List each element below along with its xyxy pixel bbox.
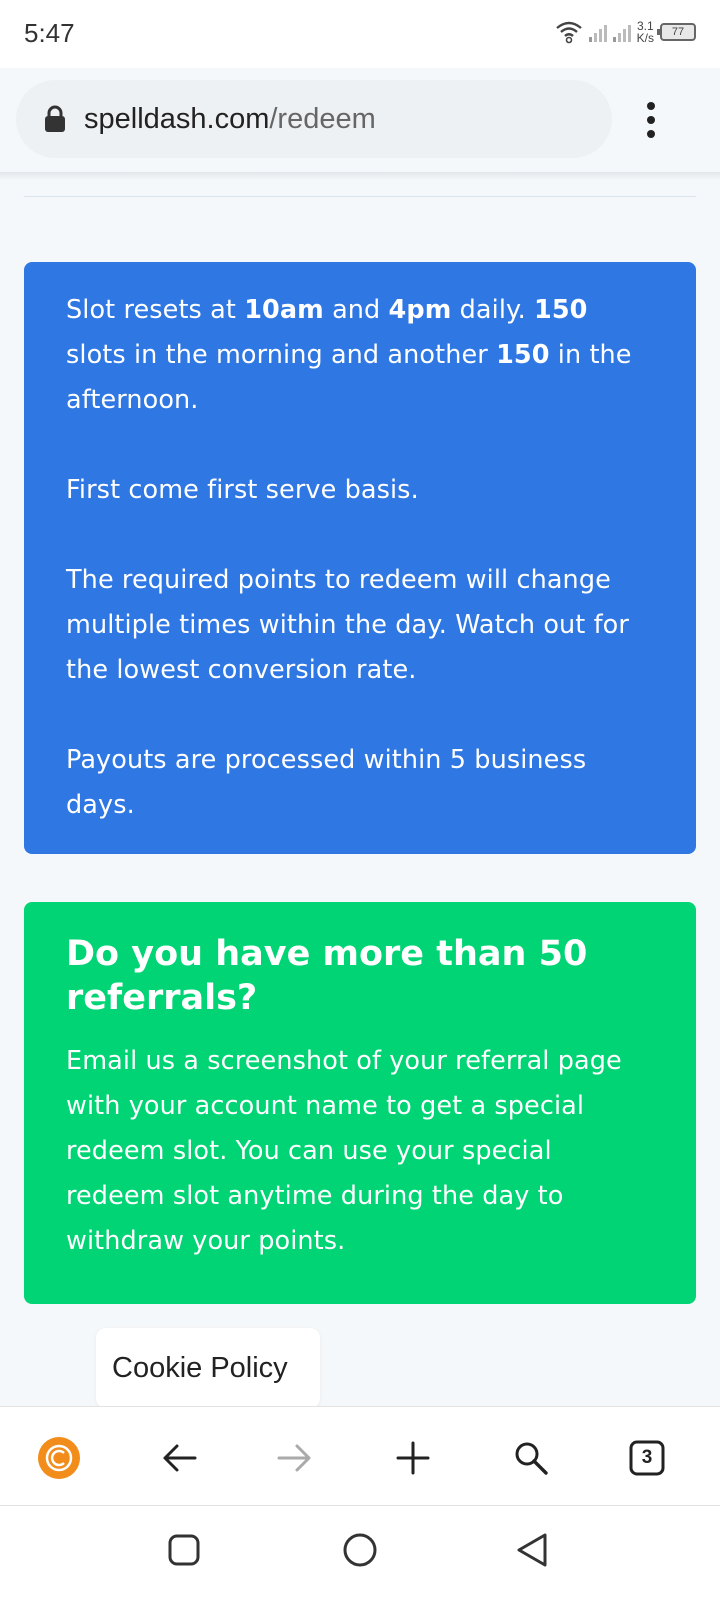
browser-logo-icon[interactable] [36, 1435, 82, 1481]
referral-body: Email us a screenshot of your referral p… [66, 1046, 622, 1256]
wifi-icon [555, 21, 582, 44]
back-arrow-icon[interactable] [156, 1435, 202, 1481]
network-speed-unit: K/s [636, 31, 654, 45]
status-icons: 3.1 K/s 77 [555, 16, 696, 48]
status-bar: 5:47 3.1 K/s 77 [0, 0, 720, 68]
cookie-policy-button[interactable]: Cookie Policy [96, 1328, 320, 1408]
points-change-text: The required points to redeem will chang… [66, 565, 629, 685]
url-host: spelldash.com [84, 102, 270, 135]
url-path: /redeem [269, 102, 376, 135]
system-nav-bar [0, 1506, 720, 1600]
lock-icon [45, 105, 65, 132]
back-icon[interactable] [510, 1528, 554, 1572]
redeem-info-card: Slot resets at 10am and 4pm daily. 150 s… [24, 262, 696, 854]
new-tab-icon[interactable] [390, 1435, 436, 1481]
signal-icon [612, 22, 631, 42]
address-bar[interactable]: spelldash.com/redeem [16, 80, 612, 158]
tabs-icon[interactable]: 3 [624, 1435, 670, 1481]
forward-arrow-icon[interactable] [272, 1435, 318, 1481]
referral-card: Do you have more than 50 referrals? Emai… [24, 902, 696, 1304]
divider [24, 196, 696, 197]
more-vert-icon[interactable] [636, 96, 666, 144]
first-come-text: First come first serve basis. [66, 475, 419, 505]
network-speed: 3.1 K/s [637, 20, 654, 44]
recents-icon[interactable] [162, 1528, 206, 1572]
referral-title: Do you have more than 50 referrals? [66, 934, 588, 1018]
home-icon[interactable] [338, 1528, 382, 1572]
search-icon[interactable] [508, 1435, 554, 1481]
url-text[interactable]: spelldash.com/redeem [84, 103, 376, 136]
payout-text: Payouts are processed within 5 business … [66, 745, 587, 820]
signal-icon [588, 22, 607, 42]
battery-icon: 77 [657, 23, 696, 41]
slot-reset-text: Slot resets at 10am and 4pm daily. 150 s… [66, 295, 632, 415]
toolbar-shadow [0, 172, 720, 180]
browser-nav-bar: 3 [0, 1406, 720, 1506]
status-time: 5:47 [24, 18, 75, 48]
tab-count: 3 [641, 1447, 653, 1468]
